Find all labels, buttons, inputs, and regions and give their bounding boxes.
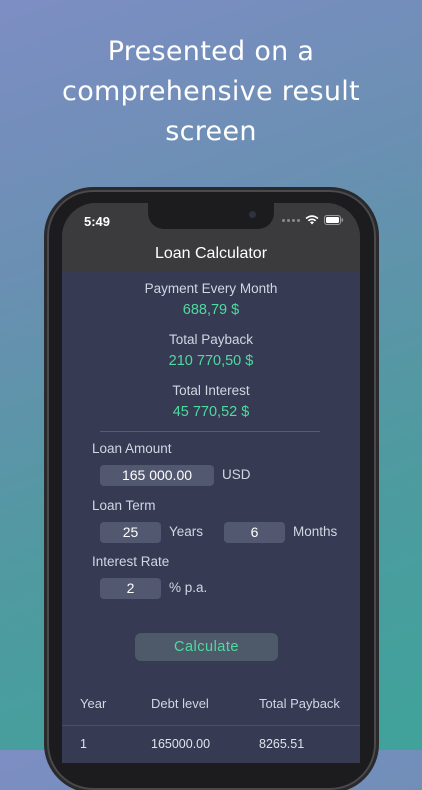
months-unit: Months [293, 524, 338, 539]
table-cell-debt-level: 165000.00 [151, 737, 211, 751]
payment-label: Payment Every Month [144, 281, 278, 296]
headline-line-2: comprehensive result [62, 76, 360, 107]
table-cell-year: 1 [80, 737, 87, 751]
headline-line-1: Presented on a [107, 36, 315, 67]
table-header-total-payback: Total Payback [259, 696, 340, 711]
currency-label: USD [222, 467, 251, 482]
battery-icon [324, 215, 344, 225]
camera-icon [249, 211, 256, 218]
promo-headline: Presented on a comprehensive result scre… [0, 32, 422, 152]
status-time: 5:49 [84, 214, 111, 229]
years-field[interactable]: 25 [100, 522, 161, 543]
wifi-icon [305, 215, 319, 225]
table-cell-total-payback: 8265.51 [259, 737, 305, 751]
payment-value: 688,79 $ [182, 302, 240, 318]
nav-title: Loan Calculator [154, 245, 268, 262]
payback-label: Total Payback [168, 332, 254, 347]
signal-dots-icon [282, 218, 300, 222]
loan-term-label: Loan Term [92, 498, 156, 513]
headline-line-3: screen [165, 116, 257, 147]
payback-value: 210 770,50 $ [168, 353, 254, 369]
notch [148, 203, 274, 229]
interest-rate-label: Interest Rate [92, 554, 170, 569]
interest-rate-unit: % p.a. [169, 580, 208, 595]
months-field[interactable]: 6 [224, 522, 285, 543]
divider [100, 431, 320, 432]
app-screen: 5:49 Loan Calculator Payment Every Month… [62, 203, 360, 763]
calculate-button[interactable]: Calculate [135, 633, 278, 661]
interest-value: 45 770,52 $ [172, 404, 250, 420]
table-header-year: Year [80, 696, 107, 711]
table-divider [62, 725, 360, 726]
loan-amount-field[interactable]: 165 000.00 [100, 465, 214, 486]
loan-amount-label: Loan Amount [92, 441, 172, 456]
table-header-debt-level: Debt level [151, 696, 209, 711]
status-icons [282, 215, 344, 225]
interest-label: Total Interest [172, 383, 250, 398]
years-unit: Years [169, 524, 204, 539]
interest-rate-field[interactable]: 2 [100, 578, 161, 599]
